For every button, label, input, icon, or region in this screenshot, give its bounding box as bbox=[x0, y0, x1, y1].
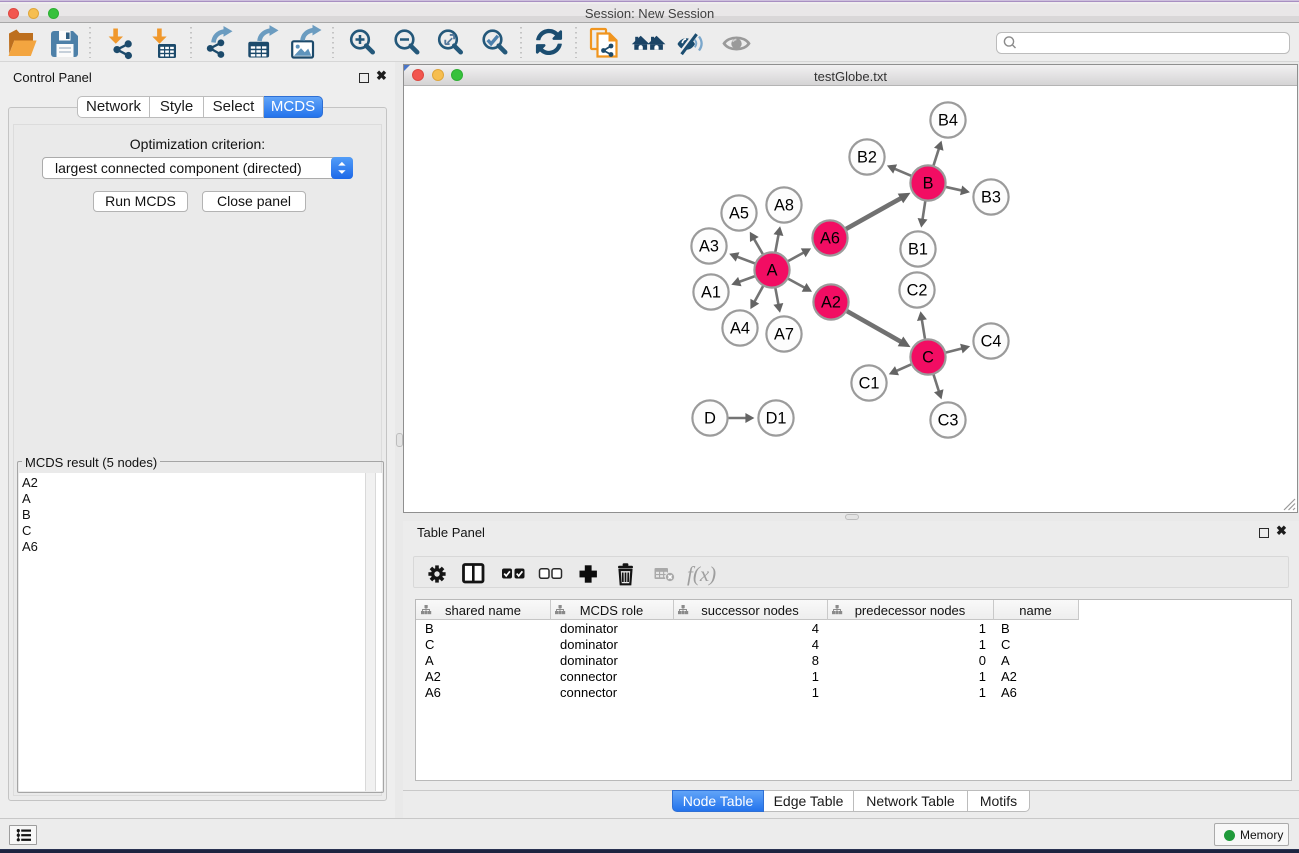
svg-text:C: C bbox=[922, 349, 934, 367]
svg-text:B4: B4 bbox=[938, 112, 958, 130]
svg-text:B1: B1 bbox=[908, 241, 928, 259]
svg-text:B2: B2 bbox=[857, 149, 877, 167]
svg-text:D1: D1 bbox=[766, 410, 787, 428]
svg-text:A3: A3 bbox=[699, 238, 719, 256]
svg-text:C3: C3 bbox=[938, 412, 959, 430]
svg-text:f(x): f(x) bbox=[687, 562, 716, 586]
svg-text:B3: B3 bbox=[981, 189, 1001, 207]
svg-text:A: A bbox=[767, 262, 778, 280]
svg-text:A5: A5 bbox=[729, 205, 749, 223]
svg-text:A6: A6 bbox=[820, 230, 840, 248]
svg-text:B: B bbox=[923, 175, 934, 193]
svg-text:A7: A7 bbox=[774, 326, 794, 344]
svg-text:C1: C1 bbox=[859, 375, 880, 393]
svg-text:A1: A1 bbox=[701, 284, 721, 302]
svg-text:C2: C2 bbox=[907, 282, 928, 300]
svg-text:A4: A4 bbox=[730, 320, 750, 338]
svg-text:C4: C4 bbox=[981, 333, 1002, 351]
svg-text:A2: A2 bbox=[821, 294, 841, 312]
svg-text:A8: A8 bbox=[774, 197, 794, 215]
svg-text:D: D bbox=[704, 410, 716, 428]
